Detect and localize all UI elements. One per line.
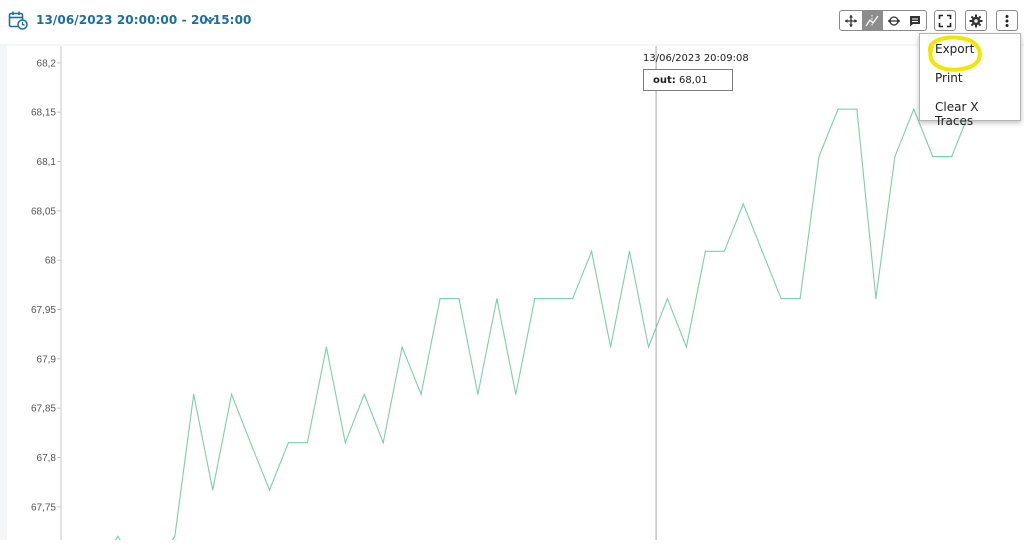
y-tick-label: 67,8 [37, 453, 57, 464]
data-point [212, 489, 214, 491]
data-point [249, 442, 252, 444]
data-point [231, 393, 233, 395]
data-point [761, 250, 763, 252]
data-point [193, 393, 195, 395]
y-tick-label: 67,95 [31, 305, 56, 316]
data-point [591, 250, 593, 252]
data-point [363, 393, 365, 395]
data-point [799, 298, 801, 300]
data-point [553, 298, 555, 300]
chart-tool-group [839, 10, 927, 31]
settings-button[interactable] [965, 10, 987, 31]
more-options-menu: Export Print Clear X Traces [919, 33, 1021, 128]
data-point [685, 346, 688, 348]
data-point [894, 155, 896, 158]
trace-button[interactable] [861, 11, 883, 30]
data-point [382, 442, 384, 444]
date-range-label[interactable]: 13/06/2023 20:00:00 - 20:15:00 [36, 13, 251, 27]
menu-item-print[interactable]: Print [935, 71, 963, 85]
data-point [723, 250, 725, 252]
data-point [496, 298, 498, 300]
y-tick-label: 68,05 [31, 206, 56, 217]
y-tick-label: 68,1 [37, 157, 57, 168]
tooltip-value: 68,01 [678, 75, 708, 86]
pan-icon [844, 14, 857, 27]
data-point [572, 298, 574, 300]
data-point [951, 155, 953, 158]
zoom-horizontal-icon [887, 15, 900, 26]
pan-button[interactable] [840, 11, 862, 30]
data-point [325, 346, 327, 348]
data-point [856, 108, 858, 110]
data-point [628, 250, 631, 252]
data-point [913, 108, 915, 110]
data-point [666, 298, 669, 300]
series-line-out [111, 107, 972, 545]
data-point [401, 346, 403, 348]
y-tick-label: 68 [45, 256, 57, 267]
data-point [174, 535, 176, 538]
data-point [458, 298, 460, 300]
tooltip-value-box: out: 68,01 [643, 69, 733, 91]
data-point [742, 203, 744, 205]
fullscreen-button[interactable] [934, 10, 956, 31]
menu-item-clear-x-traces[interactable]: Clear X Traces [935, 100, 1020, 128]
data-point [932, 155, 934, 158]
data-point [647, 346, 650, 348]
data-point [344, 442, 346, 444]
data-point [287, 442, 290, 444]
data-point [306, 442, 308, 444]
data-point [610, 346, 612, 348]
comment-button[interactable] [905, 11, 927, 30]
gear-icon [969, 14, 983, 27]
calendar-clock-icon[interactable] [8, 10, 28, 30]
fullscreen-icon [938, 14, 952, 27]
data-point [515, 393, 517, 395]
zoom-horizontal-button[interactable] [883, 11, 905, 30]
menu-item-export[interactable]: Export [935, 42, 974, 56]
y-tick-label: 68,15 [31, 108, 56, 119]
more-vertical-icon [1005, 14, 1009, 27]
y-tick-label: 67,75 [31, 502, 56, 513]
data-point [837, 108, 839, 110]
tooltip-series-label: out: [653, 75, 676, 86]
data-point [477, 393, 479, 395]
more-button[interactable] [996, 10, 1018, 31]
data-point [875, 298, 877, 300]
comment-icon [910, 15, 921, 26]
y-tick-label: 67,85 [31, 404, 56, 415]
data-point [818, 155, 820, 158]
data-point [534, 298, 536, 300]
data-point [268, 489, 271, 491]
top-bar: 13/06/2023 20:00:00 - 20:15:00 [0, 0, 1024, 44]
chart-area[interactable]: 68,2 68,15 68,1 68,05 68 67,95 67,9 67,85 67,8 67… [7, 46, 1024, 545]
data-point [780, 298, 782, 300]
trace-icon [865, 14, 879, 27]
data-point [439, 298, 441, 300]
line-chart[interactable]: 68,2 68,15 68,1 68,05 68 67,95 67,9 67,85 67,8 67… [7, 46, 1024, 545]
tooltip-timestamp: 13/06/2023 20:09:08 [643, 53, 749, 64]
y-tick-label: 68,2 [37, 58, 57, 69]
data-point [704, 250, 706, 252]
y-tick-label: 67,9 [37, 354, 57, 365]
chevron-down-icon[interactable] [203, 13, 217, 27]
data-point [420, 393, 422, 395]
data-point [117, 535, 119, 538]
